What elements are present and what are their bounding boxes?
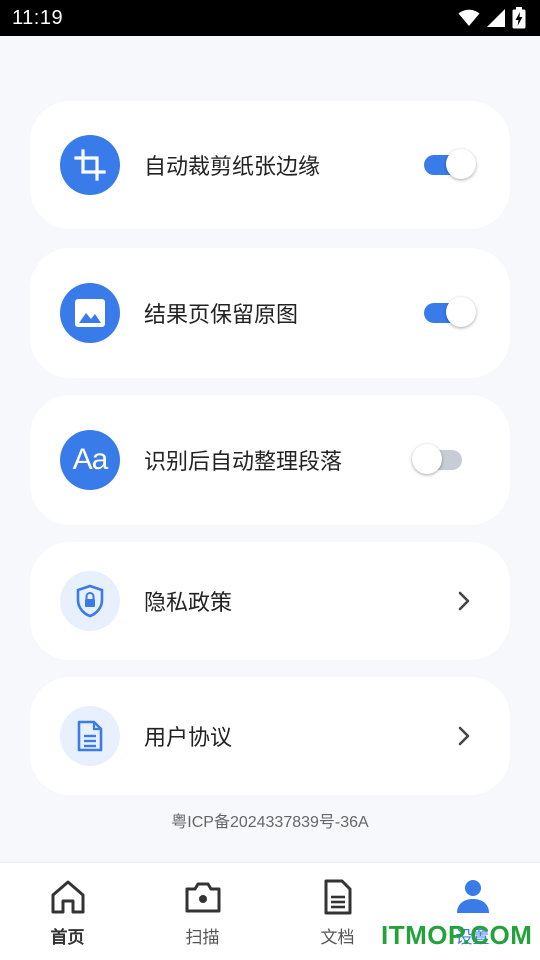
chevron-right-icon (458, 726, 470, 746)
nav-home[interactable]: 首页 (0, 863, 135, 960)
chevron-right-icon (458, 591, 470, 611)
nav-scan-label: 扫描 (185, 928, 220, 948)
status-icons (458, 7, 526, 29)
privacy-policy-label: 隐私政策 (144, 591, 233, 616)
nav-scan[interactable]: 扫描 (135, 863, 270, 960)
battery-charging-icon (512, 7, 526, 29)
keep-original-toggle[interactable] (424, 297, 476, 327)
user-agreement-label: 用户协议 (144, 726, 233, 751)
image-icon (60, 283, 120, 343)
setting-label: 识别后自动整理段落 (144, 450, 343, 475)
setting-auto-crop: 自动裁剪纸张边缘 (30, 101, 510, 229)
document-icon (324, 879, 351, 915)
wifi-icon (458, 9, 480, 26)
crop-icon (60, 135, 120, 195)
nav-home-label: 首页 (50, 928, 85, 948)
setting-label: 结果页保留原图 (144, 303, 299, 328)
nav-documents-label: 文档 (320, 928, 355, 948)
auto-paragraph-toggle[interactable] (412, 444, 466, 474)
camera-icon (185, 882, 220, 913)
setting-label: 自动裁剪纸张边缘 (144, 155, 321, 180)
text-format-icon: Aa (60, 430, 120, 490)
toggle-knob (446, 149, 476, 179)
user-icon (456, 880, 489, 913)
home-icon (51, 880, 84, 914)
setting-auto-paragraph: Aa 识别后自动整理段落 (30, 395, 510, 525)
toggle-knob (412, 444, 442, 474)
privacy-policy-row[interactable]: 隐私政策 (30, 542, 510, 660)
auto-crop-toggle[interactable] (424, 149, 476, 179)
setting-keep-original: 结果页保留原图 (30, 248, 510, 378)
status-bar: 11:19 (0, 0, 540, 36)
icp-license-text: 粤ICP备2024337839号-36A (171, 814, 369, 831)
signal-icon (487, 9, 505, 27)
shield-lock-icon (60, 571, 120, 631)
user-agreement-row[interactable]: 用户协议 (30, 677, 510, 795)
watermark: ITMOP.COM (381, 920, 533, 950)
toggle-knob (446, 297, 476, 327)
status-time: 11:19 (12, 6, 64, 29)
document-icon (60, 706, 120, 766)
